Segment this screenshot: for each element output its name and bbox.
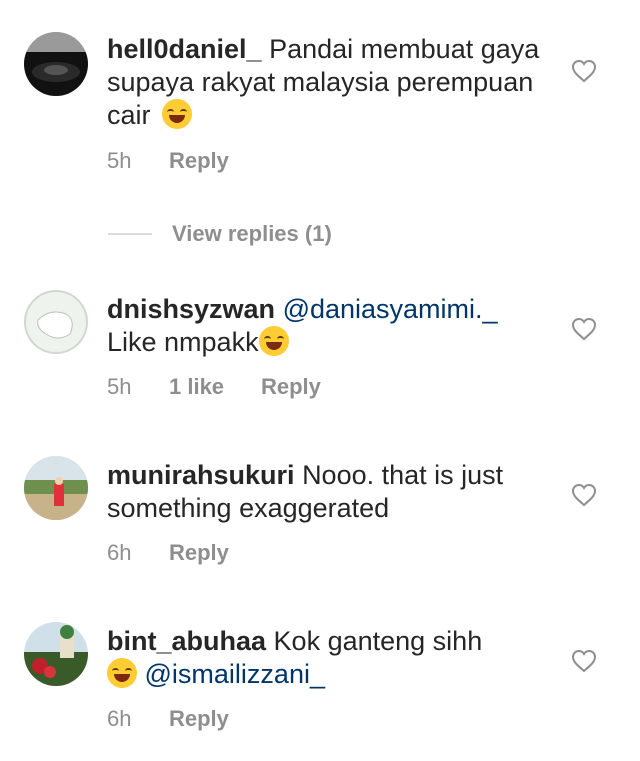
timestamp: 5h (107, 374, 132, 399)
reply-button[interactable]: Reply (261, 374, 321, 400)
comment-body: Kok ganteng sihh (273, 626, 483, 656)
reply-button[interactable]: Reply (169, 540, 229, 566)
heart-icon[interactable] (571, 649, 597, 673)
timestamp: 5h (107, 148, 132, 173)
comment-text: hell0daniel_ Pandai membuat gaya supaya … (107, 33, 547, 132)
comment-meta: 5h Reply (107, 148, 229, 174)
comment-text: bint_abuhaa Kok ganteng sihh @ismailizza… (107, 625, 547, 691)
avatar[interactable] (24, 32, 88, 96)
comment-meta: 6h Reply (107, 706, 229, 732)
mention-link[interactable]: @ismailizzani_ (145, 659, 325, 689)
comment-text: dnishsyzwan @daniasyamimi._ Like nmpakk (107, 293, 547, 359)
divider (108, 233, 152, 235)
comment-body: Like nmpakk (107, 327, 259, 357)
username[interactable]: munirahsukuri (107, 460, 295, 490)
rolling-laughing-emoji-icon (162, 99, 193, 129)
comment-meta: 5h 1 like Reply (107, 374, 321, 400)
avatar[interactable] (24, 290, 88, 354)
avatar[interactable] (24, 622, 88, 686)
tears-of-joy-emoji-icon (258, 326, 289, 356)
likes-count[interactable]: 1 like (169, 374, 261, 400)
username[interactable]: dnishsyzwan (107, 294, 275, 324)
heart-icon[interactable] (571, 59, 597, 83)
timestamp: 6h (107, 540, 132, 565)
reply-button[interactable]: Reply (169, 148, 229, 174)
timestamp: 6h (107, 706, 132, 731)
username[interactable]: hell0daniel_ (107, 34, 262, 64)
comment-meta: 6h Reply (107, 540, 229, 566)
username[interactable]: bint_abuhaa (107, 626, 266, 656)
avatar[interactable] (24, 456, 88, 520)
view-replies-button[interactable]: View replies (1) (108, 220, 332, 248)
heart-icon[interactable] (571, 317, 597, 341)
rolling-laughing-emoji-icon (107, 658, 137, 688)
comment-text: munirahsukuri Nooo. that is just somethi… (107, 459, 547, 525)
view-replies-label: View replies (1) (172, 221, 332, 246)
reply-button[interactable]: Reply (169, 706, 229, 732)
mention-link[interactable]: @daniasyamimi._ (283, 294, 498, 324)
heart-icon[interactable] (571, 483, 597, 507)
